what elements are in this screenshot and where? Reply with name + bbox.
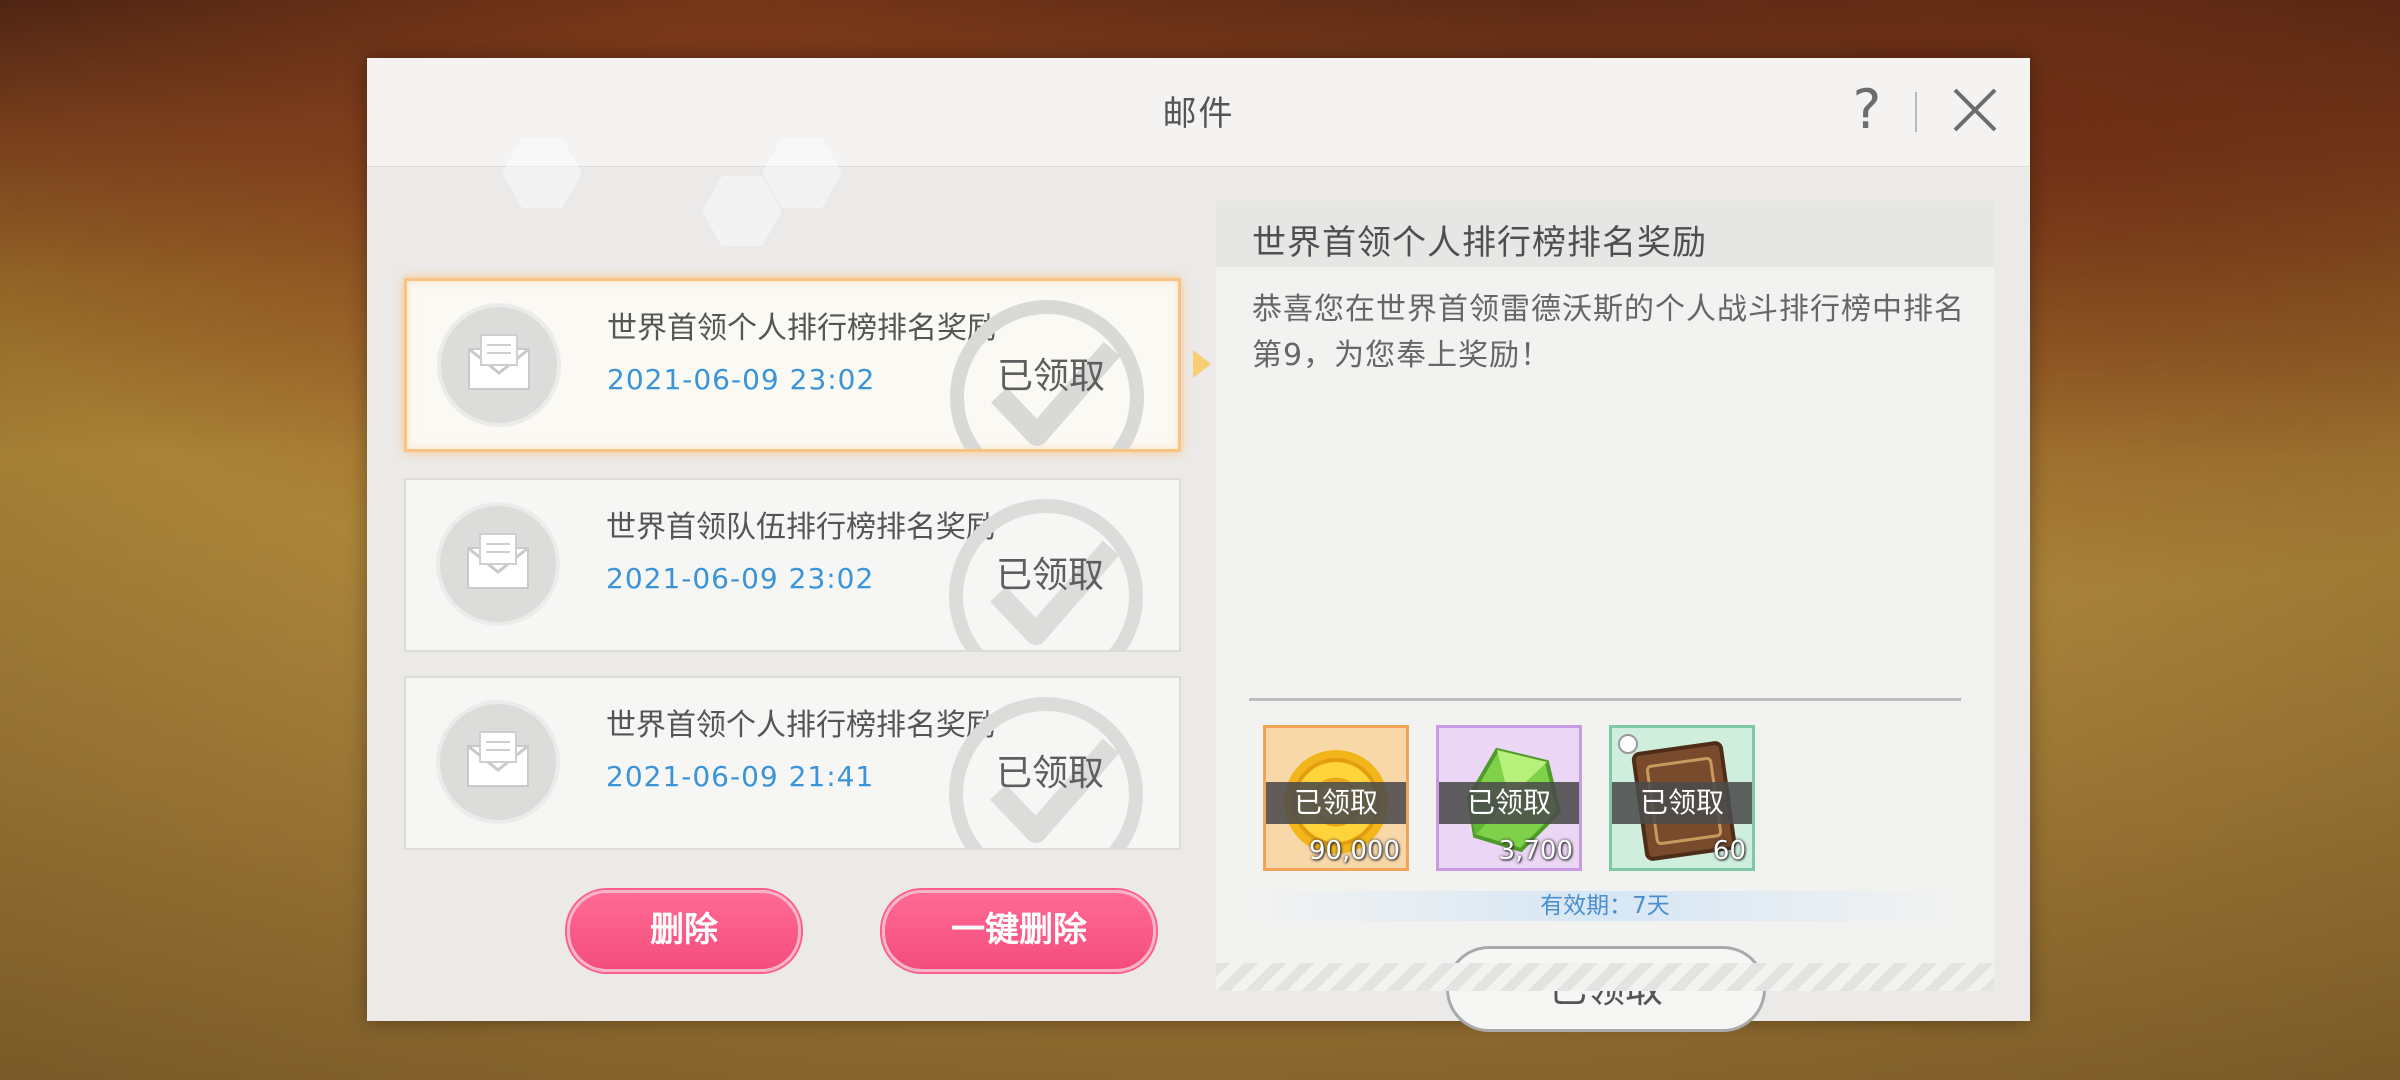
reward-item[interactable]: 已领取 60 <box>1609 725 1755 871</box>
mail-status: 已领取 <box>997 356 1106 397</box>
delete-button[interactable]: 删除 <box>567 890 801 972</box>
mail-date: 2021-06-09 23:02 <box>607 363 876 396</box>
reward-claimed-label: 已领取 <box>1439 782 1579 824</box>
header-divider <box>1915 92 1917 132</box>
detail-title-bar: 世界首领个人排行榜排名奖励 <box>1216 201 1994 267</box>
panel-stripe-decor <box>1216 963 1994 991</box>
help-button[interactable]: ? <box>1837 80 1897 140</box>
mail-detail-panel: 世界首领个人排行榜排名奖励 恭喜您在世界首领雷德沃斯的个人战斗排行榜中排名第9，… <box>1216 201 1994 1032</box>
detail-divider <box>1249 698 1961 701</box>
mail-date: 2021-06-09 21:41 <box>606 760 875 793</box>
close-icon <box>1953 88 1997 132</box>
dialog-title: 邮件 <box>1162 94 1235 134</box>
reward-claimed-label: 已领取 <box>1266 782 1406 824</box>
envelope-icon <box>436 700 560 824</box>
mail-status: 已领取 <box>996 555 1105 596</box>
close-button[interactable] <box>1945 80 2005 140</box>
reward-item[interactable]: 已领取 90,000 <box>1263 725 1409 871</box>
delete-all-button[interactable]: 一键删除 <box>882 890 1156 972</box>
detail-title: 世界首领个人排行榜排名奖励 <box>1252 223 1707 263</box>
envelope-icon <box>437 303 561 427</box>
mail-list-item[interactable]: 世界首领个人排行榜排名奖励 2021-06-09 23:02 已领取 <box>404 278 1181 452</box>
mail-list-item[interactable]: 世界首领队伍排行榜排名奖励 2021-06-09 23:02 已领取 <box>404 478 1181 652</box>
reward-quantity: 3,700 <box>1498 836 1573 866</box>
mail-status: 已领取 <box>996 753 1105 794</box>
reward-quantity: 60 <box>1712 836 1746 866</box>
reward-claimed-label: 已领取 <box>1612 782 1752 824</box>
mail-dialog: 邮件 ? 世界首领个人排行榜排名奖励 2021-06-09 23:02 已领取 <box>367 58 2030 1032</box>
validity-period: 有效期：7天 <box>1216 891 1994 921</box>
selection-pointer-icon <box>1193 350 1211 378</box>
mail-list-item[interactable]: 世界首领个人排行榜排名奖励 2021-06-09 21:41 已领取 <box>404 676 1181 850</box>
help-icon: ? <box>1852 78 1882 141</box>
reward-item[interactable]: 已领取 3,700 <box>1436 725 1582 871</box>
envelope-icon <box>436 502 560 626</box>
detail-message: 恭喜您在世界首领雷德沃斯的个人战斗排行榜中排名第9，为您奉上奖励！ <box>1252 292 1965 373</box>
reward-quantity: 90,000 <box>1309 836 1400 866</box>
mail-date: 2021-06-09 23:02 <box>606 562 875 595</box>
dialog-header: 邮件 ? <box>367 58 2030 167</box>
